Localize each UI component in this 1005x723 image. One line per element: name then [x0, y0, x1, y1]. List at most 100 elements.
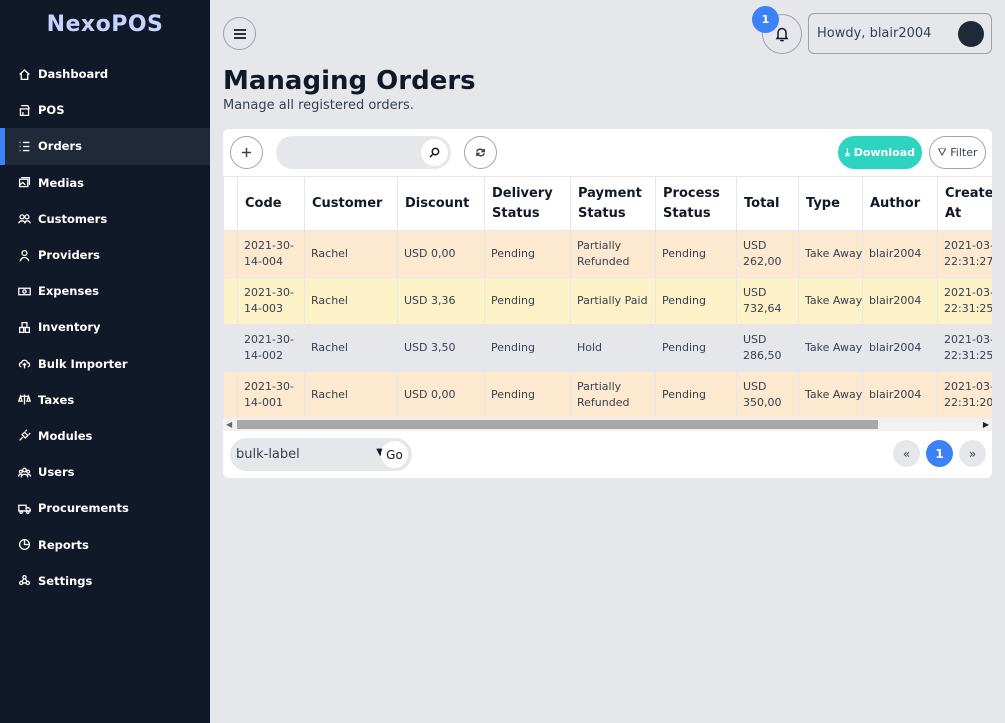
sidebar-item-label: Modules [38, 428, 93, 443]
column-header-process-status[interactable]: Process Status [655, 176, 737, 231]
bulk-action-selected: bulk-label [236, 447, 300, 462]
user-menu[interactable]: Howdy, blair2004 [808, 13, 992, 54]
sidebar-item-modules[interactable]: Modules [0, 418, 210, 454]
search-icon [429, 147, 440, 158]
column-header-payment-status[interactable]: Payment Status [570, 176, 656, 231]
search-box [276, 136, 451, 169]
cell-delivery-status: Pending [484, 277, 571, 325]
sidebar-item-users[interactable]: Users [0, 454, 210, 490]
row-select-cell[interactable] [223, 371, 238, 418]
cell-total: USD 286,50 [736, 324, 799, 372]
search-button[interactable] [421, 139, 448, 166]
cell-payment-status: Partially Refunded [570, 371, 656, 418]
download-button[interactable]: ⤓ Download [838, 136, 922, 169]
cell-type: Take Away [798, 324, 863, 372]
scroll-right-icon[interactable]: ▶ [983, 420, 989, 429]
row-select-cell[interactable] [223, 230, 238, 278]
cell-discount: USD 0,00 [397, 230, 485, 278]
sidebar-item-providers[interactable]: Providers [0, 237, 210, 273]
add-order-button[interactable] [230, 136, 263, 169]
sidebar-item-label: Users [38, 465, 75, 480]
page-subtitle: Manage all registered orders. [223, 98, 414, 113]
sidebar-item-pos[interactable]: POS [0, 92, 210, 128]
pagination-next-button[interactable]: » [959, 440, 986, 467]
column-header-delivery-status[interactable]: Delivery Status [484, 176, 571, 231]
table-row[interactable]: 2021-30-14-004 Rachel USD 0,00 Pending P… [223, 230, 992, 278]
cell-delivery-status: Pending [484, 371, 571, 418]
sidebar-item-label: Dashboard [38, 67, 109, 82]
column-header-select [223, 176, 238, 231]
sidebar-item-customers[interactable]: Customers [0, 201, 210, 237]
table-header-row: Code Customer Discount Delivery Status P… [223, 176, 992, 231]
sidebar-item-inventory[interactable]: Inventory [0, 309, 210, 345]
plus-icon [241, 147, 252, 158]
table-row[interactable]: 2021-30-14-002 Rachel USD 3,50 Pending H… [223, 324, 992, 372]
settings-icon [18, 574, 31, 587]
scroll-left-icon[interactable]: ◀ [226, 420, 232, 429]
cell-total: USD 262,00 [736, 230, 799, 278]
filter-button[interactable]: ⛛ Filter [929, 136, 986, 169]
home-icon [18, 68, 31, 81]
cell-payment-status: Hold [570, 324, 656, 372]
cell-payment-status: Partially Refunded [570, 230, 656, 278]
avatar [958, 21, 984, 47]
sidebar-item-orders[interactable]: Orders [0, 128, 210, 165]
row-select-cell[interactable] [223, 277, 238, 325]
menu-toggle-button[interactable] [223, 17, 256, 50]
user-icon [18, 249, 31, 262]
cell-process-status: Pending [655, 371, 737, 418]
scrollbar-thumb[interactable] [237, 420, 878, 429]
cell-customer: Rachel [304, 371, 398, 418]
money-icon [18, 285, 31, 298]
cell-author: blair2004 [862, 324, 938, 372]
table-row[interactable]: 2021-30-14-001 Rachel USD 0,00 Pending P… [223, 371, 992, 418]
go-button[interactable]: Go [381, 441, 408, 468]
user-greeting: Howdy, blair2004 [817, 26, 932, 41]
sidebar-item-label: Procurements [38, 501, 129, 516]
store-icon [18, 104, 31, 117]
pagination-page-1[interactable]: 1 [926, 440, 953, 467]
orders-card: ⤓ Download ⛛ Filter Code Customer Discou… [223, 129, 992, 478]
hamburger-icon [233, 28, 246, 39]
cell-discount: USD 3,36 [397, 277, 485, 325]
sidebar-item-settings[interactable]: Settings [0, 563, 210, 599]
cell-process-status: Pending [655, 324, 737, 372]
list-icon [18, 140, 31, 153]
column-header-customer[interactable]: Customer [304, 176, 398, 231]
sidebar-item-label: Bulk Importer [38, 356, 128, 371]
table-row[interactable]: 2021-30-14-003 Rachel USD 3,36 Pending P… [223, 277, 992, 325]
row-select-cell[interactable] [223, 324, 238, 372]
refresh-button[interactable] [464, 136, 497, 169]
column-header-author[interactable]: Author [862, 176, 938, 231]
sidebar-item-bulk-importer[interactable]: Bulk Importer [0, 346, 210, 382]
sidebar-item-taxes[interactable]: Taxes [0, 382, 210, 418]
cell-code: 2021-30-14-004 [237, 230, 305, 278]
column-header-total[interactable]: Total [736, 176, 799, 231]
sidebar-item-reports[interactable]: Reports [0, 526, 210, 562]
column-header-type[interactable]: Type [798, 176, 863, 231]
column-header-created-at[interactable]: Created At [937, 176, 992, 231]
page-title: Managing Orders [223, 66, 476, 96]
sidebar-item-label: Settings [38, 573, 93, 588]
horizontal-scrollbar[interactable]: ◀ ▶ [223, 418, 992, 431]
search-input[interactable] [276, 136, 416, 169]
sidebar-item-dashboard[interactable]: Dashboard [0, 56, 210, 92]
bell-icon [775, 27, 789, 42]
cell-customer: Rachel [304, 324, 398, 372]
column-header-discount[interactable]: Discount [397, 176, 485, 231]
boxes-icon [18, 321, 31, 334]
group-icon [18, 466, 31, 479]
sidebar-item-medias[interactable]: Medias [0, 165, 210, 201]
cell-process-status: Pending [655, 230, 737, 278]
sidebar-item-label: Reports [38, 537, 89, 552]
column-header-code[interactable]: Code [237, 176, 305, 231]
pagination-previous-button[interactable]: « [893, 440, 920, 467]
app-logo[interactable]: NexoPOS [0, 12, 210, 37]
sidebar-item-expenses[interactable]: Expenses [0, 273, 210, 309]
refresh-icon [476, 148, 485, 157]
cell-created-at: 2021-03-1 22:31:20 [937, 371, 992, 418]
cell-customer: Rachel [304, 277, 398, 325]
bulk-action-select[interactable]: bulk-label ▼ [236, 443, 384, 466]
sidebar-item-procurements[interactable]: Procurements [0, 490, 210, 526]
images-icon [18, 176, 31, 189]
